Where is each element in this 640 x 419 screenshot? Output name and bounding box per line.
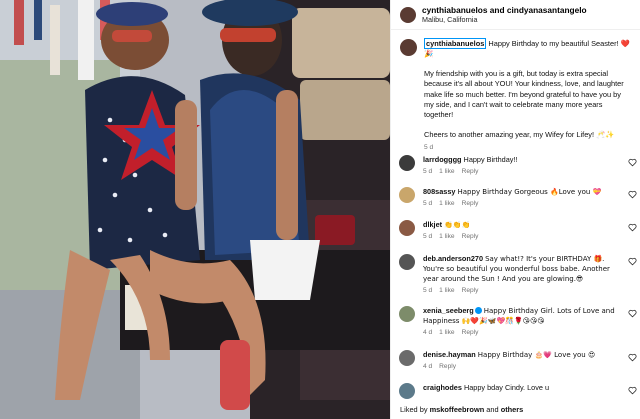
post-header: cynthiabanuelos and cindyanasantangelo M… (391, 0, 640, 30)
comment-text: 👏👏👏 (444, 221, 471, 229)
comment-avatar[interactable] (399, 306, 415, 322)
caption-username[interactable]: cynthiabanuelos (424, 38, 487, 49)
comment-username[interactable]: xenia_seeberg (423, 306, 474, 315)
comment-username[interactable]: craighodes (423, 383, 462, 392)
comment-time[interactable]: 5 d (423, 168, 432, 175)
comment-item: larrdogggg Happy Birthday!! 5 d 1 like Rep… (391, 155, 640, 177)
liked-by-summary: Liked by mskoffeebrown and others (400, 405, 523, 414)
comment-avatar[interactable] (399, 220, 415, 236)
comment-item: craighodes Happy bday Cindy. Love u (391, 383, 640, 399)
comment-reply-button[interactable]: Reply (439, 363, 456, 370)
comment-item: dlkjet 👏👏👏 5 d 1 like Reply (391, 220, 640, 242)
comment-username[interactable]: deb.anderson270 (423, 254, 483, 263)
comment-username[interactable]: dlkjet (423, 220, 442, 229)
comment-likes[interactable]: 1 like (439, 329, 454, 336)
comment-likes[interactable]: 1 like (439, 168, 454, 175)
caption-timestamp[interactable]: 5 d (424, 143, 632, 153)
comment-avatar[interactable] (399, 187, 415, 203)
comment-likes[interactable]: 1 like (439, 200, 454, 207)
comment-text: Happy Birthday 🎂💗 Love you 😍 (477, 351, 596, 359)
post-caption: cynthiabanuelos Happy Birthday to my bea… (391, 30, 640, 154)
comment-avatar[interactable] (399, 254, 415, 270)
comment-text: Happy Birthday!! (463, 155, 518, 164)
caption-paragraph-2: Cheers to another amazing year, my Wifey… (424, 129, 615, 139)
instagram-post-view: cynthiabanuelos and cindyanasantangelo M… (0, 0, 640, 419)
like-heart-icon[interactable] (628, 353, 637, 362)
comment-reply-button[interactable]: Reply (462, 233, 479, 240)
comment-reply-button[interactable]: Reply (462, 329, 479, 336)
like-heart-icon[interactable] (628, 386, 637, 395)
comment-username[interactable]: 808sassy (423, 187, 455, 196)
comment-text: Happy bday Cindy. Love u (463, 383, 550, 392)
header-avatar[interactable] (400, 7, 416, 23)
comment-item: 808sassy Happy Birthday Gorgeous 🔥Love y… (391, 187, 640, 209)
post-side-panel: cynthiabanuelos and cindyanasantangelo M… (390, 0, 640, 419)
comment-reply-button[interactable]: Reply (462, 168, 479, 175)
liked-by-others[interactable]: others (501, 405, 524, 414)
like-heart-icon[interactable] (628, 309, 637, 318)
liked-by-and: and (486, 405, 499, 414)
comment-username[interactable]: larrdogggg (423, 155, 462, 164)
comment-text: Happy Birthday Gorgeous 🔥Love you 💝 (457, 188, 602, 196)
liked-by-prefix: Liked by (400, 405, 428, 414)
like-heart-icon[interactable] (628, 190, 637, 199)
comment-time[interactable]: 5 d (423, 233, 432, 240)
caption-avatar[interactable] (400, 39, 417, 56)
comment-likes[interactable]: 1 like (439, 233, 454, 240)
comment-item: xenia_seeberg Happy Birthday Girl. Lots … (391, 306, 640, 338)
comment-reply-button[interactable]: Reply (462, 287, 479, 294)
comment-reply-button[interactable]: Reply (462, 200, 479, 207)
comment-item: denise.hayman Happy Birthday 🎂💗 Love you… (391, 350, 640, 372)
like-heart-icon[interactable] (628, 223, 637, 232)
header-location[interactable]: Malibu, California (422, 15, 587, 25)
comment-avatar[interactable] (399, 155, 415, 171)
comment-likes[interactable]: 1 like (439, 287, 454, 294)
comment-time[interactable]: 4 d (423, 363, 432, 370)
photo-illustration (0, 0, 390, 419)
comment-time[interactable]: 5 d (423, 200, 432, 207)
comment-avatar[interactable] (399, 383, 415, 399)
comment-avatar[interactable] (399, 350, 415, 366)
comment-time[interactable]: 5 d (423, 287, 432, 294)
verified-badge-icon (474, 307, 482, 314)
post-photo[interactable] (0, 0, 390, 419)
caption-paragraph-1: My friendship with you is a gift, but to… (424, 68, 624, 120)
header-usernames[interactable]: cynthiabanuelos and cindyanasantangelo (422, 5, 587, 15)
comment-time[interactable]: 4 d (423, 329, 432, 336)
comment-item: deb.anderson270 Say what!? It's your BIR… (391, 254, 640, 296)
liked-by-user[interactable]: mskoffeebrown (430, 405, 485, 414)
comment-username[interactable]: denise.hayman (423, 350, 476, 359)
like-heart-icon[interactable] (628, 158, 637, 167)
like-heart-icon[interactable] (628, 257, 637, 266)
